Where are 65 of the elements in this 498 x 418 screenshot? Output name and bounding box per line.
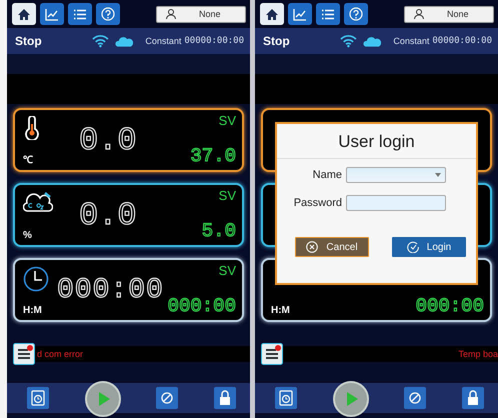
list-tab[interactable]	[316, 3, 340, 25]
play-button[interactable]	[332, 381, 369, 417]
user-button[interactable]: None	[404, 6, 494, 22]
setpoint-value: 000:00	[168, 295, 236, 317]
sv-label: SV	[218, 263, 236, 278]
check-icon	[406, 241, 419, 253]
unit-label: H:M	[23, 305, 42, 316]
clock-icon	[23, 266, 49, 292]
home-tab[interactable]	[260, 3, 284, 25]
help-icon	[101, 7, 115, 21]
home-icon	[17, 8, 31, 20]
help-tab[interactable]	[96, 3, 120, 25]
close-icon	[306, 241, 318, 253]
sv-label: SV	[218, 188, 236, 203]
help-icon	[349, 7, 363, 21]
timer-display: 00000:00:00	[184, 36, 244, 46]
alarm-log-icon[interactable]	[261, 343, 283, 365]
timer-icon[interactable]	[27, 387, 49, 409]
home-tab[interactable]	[12, 3, 36, 25]
cancel-button[interactable]: Cancel	[295, 237, 369, 257]
chart-tab[interactable]	[40, 3, 64, 25]
cloud-icon	[362, 35, 382, 47]
unit-label: %	[23, 230, 32, 241]
password-field[interactable]	[346, 195, 446, 211]
lock-icon[interactable]	[214, 387, 236, 409]
timer-icon[interactable]	[275, 387, 297, 409]
thermometer-icon	[23, 116, 41, 140]
timer-display: 00000:00:00	[432, 36, 492, 46]
mode-label: Constant	[393, 36, 430, 46]
list-tab[interactable]	[68, 3, 92, 25]
status-text: Stop	[15, 34, 43, 48]
error-message: Temp boa	[458, 349, 498, 359]
user-button[interactable]: None	[156, 6, 246, 22]
setpoint-value: 000:00	[416, 295, 484, 317]
name-label: Name	[312, 169, 342, 181]
dialog-title: User login	[277, 124, 476, 159]
password-label: Password	[294, 197, 342, 209]
unit-label: ℃	[23, 154, 33, 166]
cloud-icon	[114, 35, 134, 47]
list-icon	[321, 8, 335, 20]
user-icon	[165, 8, 177, 20]
unit-label: H:M	[271, 305, 290, 316]
play-button[interactable]	[84, 381, 121, 417]
list-icon	[73, 8, 87, 20]
status-text: Stop	[263, 34, 291, 48]
current-value: 0.0	[79, 122, 137, 158]
sv-label: SV	[218, 113, 236, 128]
wifi-icon	[340, 34, 357, 48]
current-value: 0.0	[79, 196, 137, 234]
setpoint-value: 37.0	[190, 145, 236, 167]
mode-label: Constant	[145, 36, 182, 46]
setpoint-value: 5.0	[202, 220, 236, 242]
alarm-log-icon[interactable]	[13, 343, 35, 365]
help-tab[interactable]	[344, 3, 368, 25]
co2-cloud-icon	[23, 191, 53, 213]
wifi-icon	[92, 34, 109, 48]
lock-icon[interactable]	[462, 387, 484, 409]
chart-tab[interactable]	[288, 3, 312, 25]
error-message: d com error	[37, 349, 84, 359]
chart-icon	[293, 8, 307, 20]
chart-icon	[45, 8, 59, 20]
current-value: 000:00	[57, 274, 164, 306]
login-button[interactable]: Login	[392, 237, 466, 257]
user-icon	[413, 8, 425, 20]
home-icon	[265, 8, 279, 20]
